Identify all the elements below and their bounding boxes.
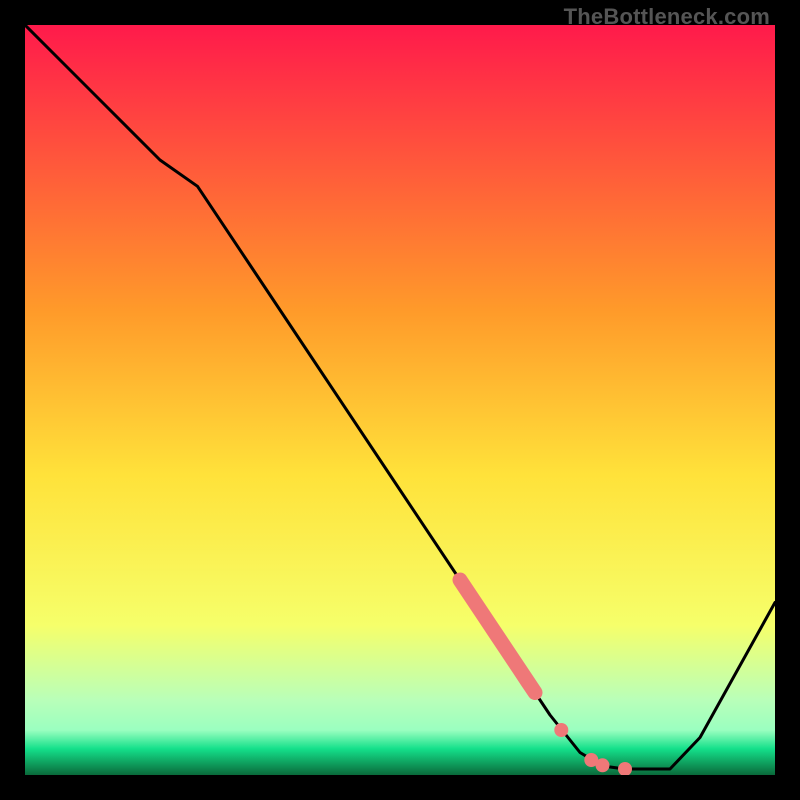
outer-frame: TheBottleneck.com xyxy=(0,0,800,800)
plot-area xyxy=(25,25,775,775)
highlight-dot xyxy=(596,758,610,772)
watermark-text: TheBottleneck.com xyxy=(564,4,770,30)
chart-svg xyxy=(25,25,775,775)
highlight-dot xyxy=(554,723,568,737)
